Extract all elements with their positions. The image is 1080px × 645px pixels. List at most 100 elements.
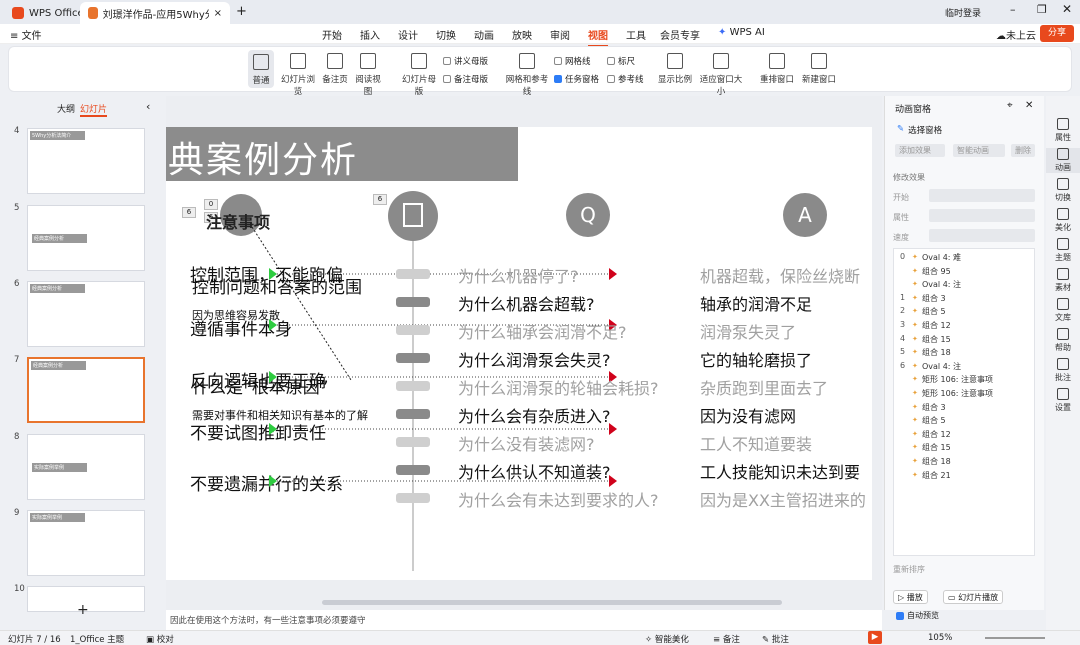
- guides-checkbox[interactable]: 参考线: [607, 73, 644, 85]
- anim-pane-title[interactable]: 动画窗格: [895, 102, 931, 115]
- tab-slides[interactable]: 幻灯片: [80, 102, 108, 117]
- smart-animation-button[interactable]: 智能动画: [953, 144, 1005, 157]
- speed-select[interactable]: [929, 229, 1035, 242]
- sidebar-item[interactable]: 动画: [1046, 148, 1080, 173]
- task-pane-checkbox[interactable]: 任务窗格: [554, 73, 599, 85]
- property-select[interactable]: [929, 209, 1035, 222]
- anim-list-item[interactable]: Oval 4: 注: [922, 361, 961, 372]
- cloud-button[interactable]: ☁未上云: [996, 27, 1036, 42]
- minimize-icon[interactable]: –: [1010, 3, 1016, 16]
- anim-list-item[interactable]: 组合 3: [922, 293, 946, 304]
- slide-thumbnail[interactable]: 实际案例举例: [27, 434, 145, 500]
- tab-document[interactable]: 刘璟洋作品-应用5Why分析...×: [80, 2, 230, 24]
- pin-icon[interactable]: ⌖: [1007, 100, 1013, 111]
- theme-name[interactable]: 1_Office 主题: [70, 633, 124, 645]
- anim-list-item[interactable]: Oval 4: 难: [922, 252, 961, 263]
- anim-list-item[interactable]: 组合 12: [922, 320, 951, 331]
- select-pane-button[interactable]: ✎ 选择窗格: [897, 124, 942, 136]
- tab-wps-office[interactable]: WPS Office: [4, 2, 92, 24]
- file-menu[interactable]: ≡ 文件: [10, 27, 42, 42]
- slide-thumbnail[interactable]: 5Why分析法简介: [27, 128, 145, 194]
- proofing-button[interactable]: ▣ 校对: [146, 633, 174, 645]
- motion-path-start-icon[interactable]: [269, 371, 277, 383]
- zoom-slider[interactable]: [985, 637, 1045, 639]
- anim-list-item[interactable]: 矩形 106: 注意事项: [922, 374, 993, 385]
- normal-view-button[interactable]: 普通: [248, 50, 274, 88]
- sidebar-item[interactable]: 主题: [1046, 238, 1080, 263]
- menu-design[interactable]: 设计: [398, 27, 418, 42]
- motion-path-start-icon[interactable]: [269, 319, 277, 331]
- anim-list-item[interactable]: Oval 4: 注: [922, 279, 961, 290]
- anim-list-item[interactable]: 组合 18: [922, 456, 951, 467]
- ruler-checkbox[interactable]: 标尺: [607, 55, 635, 67]
- motion-path-start-icon[interactable]: [269, 475, 277, 487]
- new-window-button[interactable]: 新建窗口: [801, 51, 837, 85]
- login-button[interactable]: 临时登录: [945, 6, 981, 19]
- motion-path-end-icon[interactable]: [609, 268, 617, 280]
- close-pane-icon[interactable]: ✕: [1025, 100, 1033, 111]
- tab-outline[interactable]: 大纲: [57, 102, 75, 115]
- sidebar-item[interactable]: 文库: [1046, 298, 1080, 323]
- motion-path-start-icon[interactable]: [269, 423, 277, 435]
- notes-toggle[interactable]: ≡ 备注: [713, 633, 740, 645]
- notes-pane[interactable]: 因此在使用这个方法时，有一些注意事项必须要遵守: [166, 610, 882, 630]
- play-button[interactable]: ▷ 播放: [893, 590, 928, 604]
- notes-master-button[interactable]: 备注母版: [443, 73, 488, 85]
- menu-vip[interactable]: 会员专享: [660, 27, 700, 42]
- slide-canvas[interactable]: 典案例分析 6 0 6 6 注意事项 Q A 控制范围，不能跑偏 控制问题和答案的…: [166, 127, 872, 580]
- grid-guides-button[interactable]: 网格和参考线: [503, 51, 551, 97]
- menu-transition[interactable]: 切换: [436, 27, 456, 42]
- gridlines-checkbox[interactable]: 网格线: [554, 55, 591, 67]
- reading-view-button[interactable]: 阅读视图: [352, 51, 384, 97]
- slide-thumbnail[interactable]: 经典案例分析: [27, 357, 145, 423]
- new-tab-button[interactable]: +: [236, 4, 247, 19]
- arrange-windows-button[interactable]: 重排窗口: [757, 51, 797, 85]
- maximize-icon[interactable]: ❐: [1037, 3, 1047, 16]
- anim-list-item[interactable]: 组合 3: [922, 402, 946, 413]
- beautify-button[interactable]: ✧ 智能美化: [645, 633, 689, 645]
- zoom-button[interactable]: 显示比例: [657, 51, 693, 85]
- slide-sorter-button[interactable]: 幻灯片浏览: [278, 51, 318, 97]
- sidebar-item[interactable]: 美化: [1046, 208, 1080, 233]
- menu-review[interactable]: 审阅: [550, 27, 570, 42]
- notes-page-button[interactable]: 备注页: [322, 51, 348, 85]
- menu-animation[interactable]: 动画: [474, 27, 494, 42]
- menu-view[interactable]: 视图: [588, 27, 608, 47]
- slide-master-button[interactable]: 幻灯片母版: [398, 51, 440, 97]
- handout-master-button[interactable]: 讲义母版: [443, 55, 488, 67]
- anim-list-item[interactable]: 组合 5: [922, 306, 946, 317]
- zoom-level[interactable]: 105%: [928, 633, 952, 643]
- close-icon[interactable]: ×: [214, 8, 222, 19]
- slide-thumbnail[interactable]: 经典案例分析: [27, 205, 145, 271]
- slideshow-play-button[interactable]: ▭ 幻灯片播放: [943, 590, 1004, 604]
- add-effect-button[interactable]: 添加效果: [895, 144, 945, 157]
- add-slide-button[interactable]: +: [77, 602, 89, 618]
- anim-list-item[interactable]: 组合 95: [922, 266, 951, 277]
- horizontal-scrollbar[interactable]: [166, 600, 882, 610]
- motion-path-start-icon[interactable]: [269, 268, 277, 280]
- anim-list-item[interactable]: 矩形 106: 注意事项: [922, 388, 993, 399]
- anim-list-item[interactable]: 组合 21: [922, 470, 951, 481]
- delete-button[interactable]: 删除: [1011, 144, 1035, 157]
- anim-list-item[interactable]: 组合 12: [922, 429, 951, 440]
- close-window-icon[interactable]: ✕: [1062, 2, 1072, 16]
- fit-window-button[interactable]: 适应窗口大小: [697, 51, 745, 97]
- start-select[interactable]: [929, 189, 1035, 202]
- sidebar-item[interactable]: 属性: [1046, 118, 1080, 143]
- sidebar-item[interactable]: 切换: [1046, 178, 1080, 203]
- share-button[interactable]: 分享: [1040, 25, 1074, 42]
- sidebar-item[interactable]: 批注: [1046, 358, 1080, 383]
- sidebar-item[interactable]: 帮助: [1046, 328, 1080, 353]
- slide-thumbnail[interactable]: 经典案例分析: [27, 281, 145, 347]
- menu-insert[interactable]: 插入: [360, 27, 380, 42]
- collapse-pane-icon[interactable]: ‹: [146, 100, 150, 113]
- menu-start[interactable]: 开始: [322, 27, 342, 42]
- wps-ai-button[interactable]: ✦ WPS AI: [718, 27, 765, 38]
- anim-list-item[interactable]: 组合 5: [922, 415, 946, 426]
- slideshow-button[interactable]: ▶: [868, 631, 882, 644]
- anim-list-item[interactable]: 组合 15: [922, 442, 951, 453]
- sidebar-item[interactable]: 素材: [1046, 268, 1080, 293]
- menu-slideshow[interactable]: 放映: [512, 27, 532, 42]
- sidebar-item[interactable]: 设置: [1046, 388, 1080, 413]
- auto-preview-checkbox[interactable]: 自动预览: [896, 610, 939, 621]
